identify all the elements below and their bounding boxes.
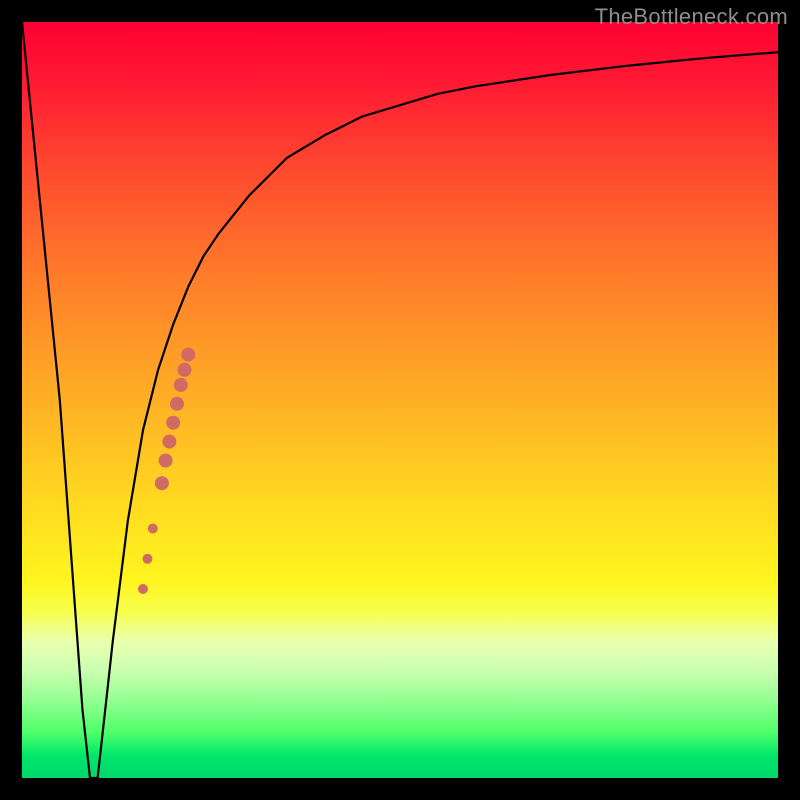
highlight-band <box>138 348 195 594</box>
marker-dot <box>143 554 153 564</box>
marker-dot <box>174 378 188 392</box>
marker-dot <box>138 584 148 594</box>
watermark-text: TheBottleneck.com <box>595 4 788 30</box>
marker-dot <box>181 348 195 362</box>
marker-dot <box>166 416 180 430</box>
marker-dot <box>178 363 192 377</box>
marker-dot <box>162 435 176 449</box>
marker-dot <box>155 476 169 490</box>
chart-frame: TheBottleneck.com <box>0 0 800 800</box>
bottleneck-curve <box>22 22 778 778</box>
chart-plot-area <box>22 22 778 778</box>
chart-svg <box>22 22 778 778</box>
marker-dot <box>159 454 173 468</box>
marker-dot <box>148 524 158 534</box>
marker-dot <box>170 397 184 411</box>
